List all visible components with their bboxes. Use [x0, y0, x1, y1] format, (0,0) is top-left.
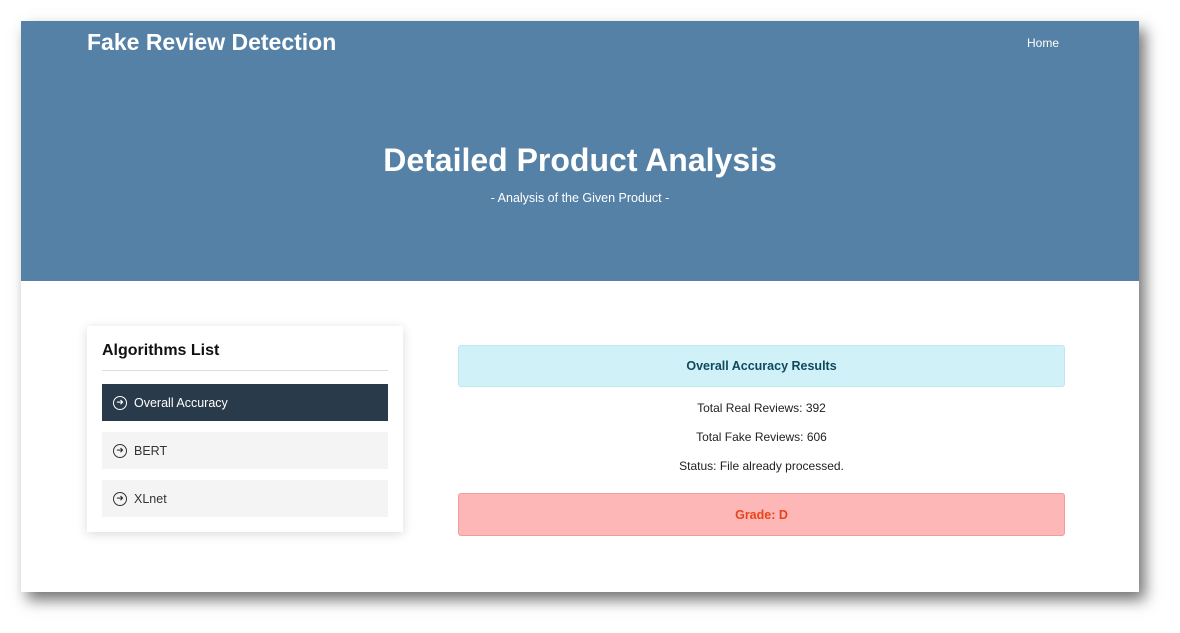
nav-home-link[interactable]: Home [1027, 36, 1059, 50]
grade-badge: Grade: D [458, 493, 1065, 536]
sidebar-divider [102, 370, 388, 371]
brand-title: Fake Review Detection [87, 29, 337, 55]
total-real-reviews: Total Real Reviews: 392 [697, 401, 826, 415]
total-fake-reviews: Total Fake Reviews: 606 [696, 430, 827, 444]
sidebar-item-bert[interactable]: ➜ BERT [102, 432, 388, 469]
arrow-circle-right-icon: ➜ [113, 395, 127, 410]
algorithms-sidebar: Algorithms List ➜ Overall Accuracy ➜ BER… [87, 326, 403, 532]
arrow-circle-right-icon: ➜ [113, 443, 127, 458]
sidebar-item-xlnet[interactable]: ➜ XLnet [102, 480, 388, 517]
page-subtitle: - Analysis of the Given Product - [490, 191, 670, 205]
hero-banner: Fake Review Detection Home Detailed Prod… [21, 21, 1139, 281]
app-window: Fake Review Detection Home Detailed Prod… [21, 21, 1139, 592]
sidebar-title: Algorithms List [102, 342, 220, 359]
sidebar-item-label: XLnet [134, 491, 167, 506]
arrow-circle-right-icon: ➜ [113, 491, 127, 506]
sidebar-item-overall-accuracy[interactable]: ➜ Overall Accuracy [102, 384, 388, 421]
sidebar-item-label: Overall Accuracy [134, 395, 228, 410]
sidebar-item-label: BERT [134, 443, 168, 458]
status-text: Status: File already processed. [679, 459, 844, 473]
page-title: Detailed Product Analysis [383, 142, 777, 178]
results-header: Overall Accuracy Results [458, 345, 1065, 387]
